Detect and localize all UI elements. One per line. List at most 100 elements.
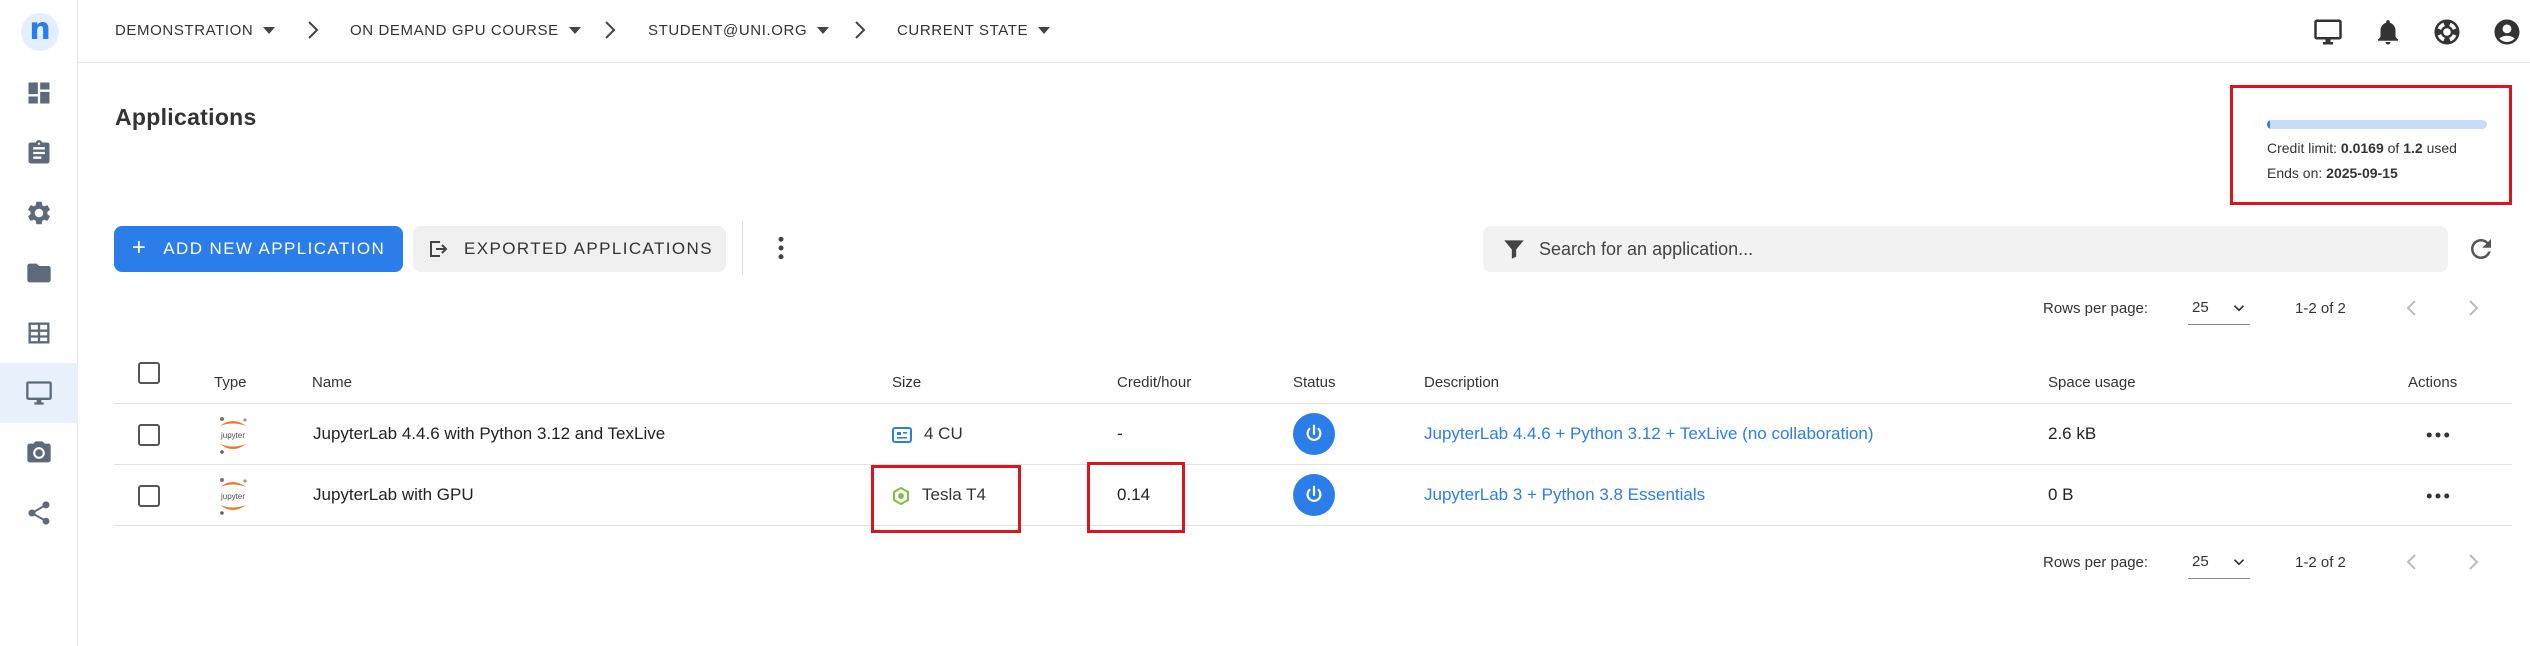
plus-icon: + [131,234,148,261]
sidebar: n [0,0,78,646]
sidebar-item-assignments[interactable] [0,123,78,183]
app-name[interactable]: JupyterLab 4.4.6 with Python 3.12 and Te… [313,424,665,444]
jupyter-logo-text: jupyter [220,431,245,440]
next-page-button[interactable] [2461,550,2485,574]
header-actions: Actions [2408,374,2458,391]
breadcrumb-user[interactable]: STUDENT@UNI.ORG [648,22,830,39]
add-application-button[interactable]: + ADD NEW APPLICATION [114,226,403,272]
chevron-down-icon [2233,305,2245,312]
app-space-usage: 0 B [2048,485,2074,504]
pagination-range: 1-2 of 2 [2295,554,2346,571]
rows-per-page-value: 25 [2192,299,2209,316]
pagination-range: 1-2 of 2 [2295,300,2346,317]
header-size[interactable]: Size [892,374,921,391]
more-vertical-icon [778,236,784,260]
previous-page-button[interactable] [2400,296,2424,320]
exported-applications-label: EXPORTED APPLICATIONS [464,239,713,258]
sidebar-item-settings[interactable] [0,183,78,243]
notifications-button[interactable] [2373,17,2403,47]
rows-per-page-label: Rows per page: [2043,554,2149,571]
search-input[interactable] [1539,238,2339,260]
previous-page-button[interactable] [2400,550,2424,574]
account-circle-icon [2494,19,2520,45]
lifebuoy-icon [2434,19,2460,45]
chevron-left-icon [2406,554,2416,570]
exported-applications-button[interactable]: EXPORTED APPLICATIONS [413,226,726,272]
breadcrumb-course[interactable]: ON DEMAND GPU COURSE [350,22,581,39]
breadcrumb-state[interactable]: CURRENT STATE [897,22,1051,39]
table-header-row: Type Name Size Credit/hour Status Descri… [114,352,2512,404]
sidebar-item-files[interactable] [0,243,78,303]
chevron-right-icon [604,20,616,40]
app-space-usage: 2.6 kB [2048,424,2097,443]
credit-end-text: Ends on: 2025-09-15 [2267,165,2398,181]
help-button[interactable] [2432,17,2462,47]
pagination-bottom: Rows per page: 25 1-2 of 2 [2040,543,2510,583]
power-icon [1306,485,1322,502]
folder-icon [27,263,51,283]
row-checkbox[interactable] [138,424,160,446]
desktop-button[interactable] [2313,17,2343,47]
breadcrumb-label: DEMONSTRATION [115,22,254,39]
chevron-right-icon [2469,300,2479,316]
pagination-top: Rows per page: 25 1-2 of 2 [2040,289,2510,329]
account-button[interactable] [2492,17,2522,47]
credit-ends-label: Ends on: [2267,165,2323,181]
bell-icon [2378,20,2398,45]
header-name[interactable]: Name [312,374,352,391]
next-page-button[interactable] [2461,296,2485,320]
header-space-usage[interactable]: Space usage [2048,374,2136,391]
rows-per-page-select[interactable]: 25 [2188,545,2250,579]
app-credit-hour: - [1117,424,1123,443]
breadcrumb-organization[interactable]: DEMONSTRATION [115,22,276,39]
app-root: n DEMONSTRATION ON DEMAND GPU COURSE STU… [0,0,2530,646]
sidebar-item-sharing[interactable] [0,483,78,543]
app-description-link[interactable]: JupyterLab 4.4.6 + Python 3.12 + TexLive… [1424,424,1874,444]
more-horizontal-icon [2426,432,2450,438]
sidebar-item-tables[interactable] [0,303,78,363]
row-actions-button[interactable] [2423,420,2453,450]
gear-icon [28,201,50,225]
status-power-button[interactable] [1293,413,1335,455]
header-status[interactable]: Status [1293,374,1336,391]
search-bar [1483,226,2448,272]
more-horizontal-icon [2426,493,2450,499]
rows-per-page-label: Rows per page: [2043,300,2149,317]
rows-per-page-select[interactable]: 25 [2188,291,2250,325]
chevron-down-icon [2233,559,2245,566]
app-size: 4 CU [892,424,963,444]
caret-down-icon [263,27,276,34]
credit-usage-bar [2267,120,2487,129]
row-checkbox[interactable] [138,485,160,507]
toolbar-divider [742,222,743,274]
credit-used-label: used [2426,140,2457,156]
app-name[interactable]: JupyterLab with GPU [313,485,474,505]
sidebar-item-snapshots[interactable] [0,423,78,483]
cpu-card-icon [892,426,912,443]
breadcrumb-label: ON DEMAND GPU COURSE [350,22,559,39]
table-row[interactable]: jupyter JupyterLab 4.4.6 with Python 3.1… [114,404,2512,465]
app-size-label: 4 CU [924,424,963,443]
clipboard-icon [28,140,50,164]
app-description-link[interactable]: JupyterLab 3 + Python 3.8 Essentials [1424,485,1705,505]
refresh-button[interactable] [2466,234,2496,264]
header-credit-hour[interactable]: Credit/hour [1117,374,1191,391]
add-application-label: ADD NEW APPLICATION [163,239,386,258]
header-type[interactable]: Type [214,374,247,391]
row-actions-button[interactable] [2423,481,2453,511]
sidebar-item-applications[interactable] [0,363,78,423]
table-row[interactable]: jupyter JupyterLab with GPU Tesla T4 0.1… [114,465,2512,526]
more-options-button[interactable] [766,233,796,263]
chevron-left-icon [2406,300,2416,316]
export-icon [430,241,448,257]
credit-limit-label: Credit limit: [2267,140,2338,156]
camera-icon [27,441,51,463]
credit-ends-value: 2025-09-15 [2326,165,2398,181]
sidebar-item-dashboard[interactable] [0,63,78,123]
header-description[interactable]: Description [1424,374,1499,391]
select-all-checkbox[interactable] [138,362,160,384]
credit-of-label: of [2387,140,2400,156]
app-logo[interactable]: n [21,13,59,51]
breadcrumb-label: CURRENT STATE [897,22,1029,39]
status-power-button[interactable] [1293,474,1335,516]
